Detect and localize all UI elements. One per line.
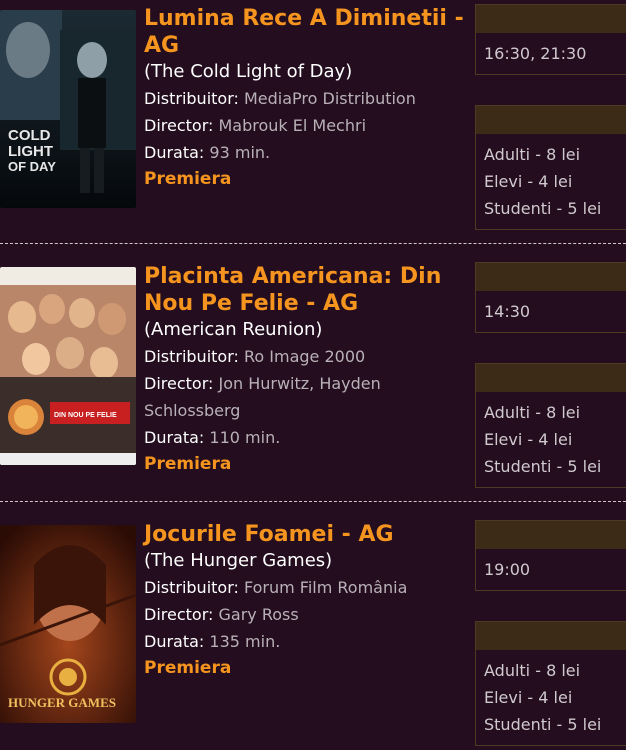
poster-image: COLD LIGHT OF DAY: [0, 10, 136, 208]
movie-poster[interactable]: HUNGER GAMES: [0, 525, 136, 723]
price-item: Studenti - 5 lei: [484, 715, 602, 734]
director-label: Director:: [144, 116, 214, 135]
movie-info: Jocurile Foamei - AG (The Hunger Games) …: [144, 521, 464, 681]
showtimes-box: 14:30: [475, 262, 626, 333]
divider: [0, 243, 626, 244]
director-value: Gary Ross: [218, 605, 299, 624]
movie-title[interactable]: Jocurile Foamei - AG: [144, 521, 464, 548]
durata-label: Durata:: [144, 632, 205, 651]
prices-header: [476, 622, 626, 650]
distribuitor-value: Ro Image 2000: [243, 347, 366, 366]
prices-box: Adulti - 8 lei Elevi - 4 lei Studenti - …: [475, 621, 626, 746]
distribuitor-row: Distribuitor: Forum Film România: [144, 574, 464, 601]
premiera-badge: Premiera: [144, 169, 232, 189]
prices-list: Adulti - 8 lei Elevi - 4 lei Studenti - …: [476, 650, 626, 745]
premiera-badge: Premiera: [144, 454, 232, 474]
distribuitor-label: Distribuitor:: [144, 347, 239, 366]
movie-poster[interactable]: DIN NOU PE FELIE: [0, 267, 136, 465]
movie-info: Lumina Rece A Diminetii - AG (The Cold L…: [144, 5, 464, 192]
showtimes-header: [476, 263, 626, 291]
durata-label: Durata:: [144, 143, 205, 162]
prices-header: [476, 364, 626, 392]
premiera-badge: Premiera: [144, 658, 232, 678]
price-item: Adulti - 8 lei: [484, 661, 581, 680]
durata-row: Durata: 93 min.: [144, 139, 464, 166]
prices-header: [476, 106, 626, 134]
price-item: Elevi - 4 lei: [484, 172, 573, 191]
director-value: Mabrouk El Mechri: [218, 116, 367, 135]
director-row: Director: Mabrouk El Mechri: [144, 112, 464, 139]
movie-poster[interactable]: COLD LIGHT OF DAY: [0, 10, 136, 208]
prices-list: Adulti - 8 lei Elevi - 4 lei Studenti - …: [476, 134, 626, 229]
distribuitor-row: Distribuitor: MediaPro Distribution: [144, 85, 464, 112]
svg-text:LIGHT: LIGHT: [8, 143, 53, 160]
director-row: Director: Gary Ross: [144, 601, 464, 628]
director-label: Director:: [144, 605, 214, 624]
svg-text:OF DAY: OF DAY: [8, 159, 56, 174]
price-item: Elevi - 4 lei: [484, 688, 573, 707]
price-item: Studenti - 5 lei: [484, 457, 602, 476]
director-row: Director: Jon Hurwitz, Hayden Schlossber…: [144, 370, 464, 424]
showtimes-header: [476, 5, 626, 33]
price-item: Elevi - 4 lei: [484, 430, 573, 449]
distribuitor-row: Distribuitor: Ro Image 2000: [144, 343, 464, 370]
distribuitor-value: Forum Film România: [243, 578, 408, 597]
durata-value: 135 min.: [209, 632, 281, 651]
svg-text:COLD: COLD: [8, 127, 51, 144]
poster-image: HUNGER GAMES: [0, 525, 136, 723]
prices-box: Adulti - 8 lei Elevi - 4 lei Studenti - …: [475, 363, 626, 488]
showtimes-value[interactable]: 19:00: [476, 549, 626, 590]
movie-title[interactable]: Lumina Rece A Diminetii - AG: [144, 5, 464, 59]
durata-value: 110 min.: [209, 428, 281, 447]
distribuitor-value: MediaPro Distribution: [243, 89, 416, 108]
poster-image: DIN NOU PE FELIE: [0, 267, 136, 465]
divider: [0, 501, 626, 502]
price-item: Adulti - 8 lei: [484, 145, 581, 164]
original-title: (American Reunion): [144, 319, 323, 340]
price-item: Studenti - 5 lei: [484, 199, 602, 218]
showtimes-box: 16:30, 21:30: [475, 4, 626, 75]
svg-text:HUNGER GAMES: HUNGER GAMES: [8, 695, 116, 710]
distribuitor-label: Distribuitor:: [144, 89, 239, 108]
original-title: (The Cold Light of Day): [144, 61, 353, 82]
movie-info: Placinta Americana: Din Nou Pe Felie - A…: [144, 263, 464, 477]
distribuitor-label: Distribuitor:: [144, 578, 239, 597]
price-item: Adulti - 8 lei: [484, 403, 581, 422]
prices-box: Adulti - 8 lei Elevi - 4 lei Studenti - …: [475, 105, 626, 230]
durata-row: Durata: 110 min.: [144, 424, 464, 451]
movie-title[interactable]: Placinta Americana: Din Nou Pe Felie - A…: [144, 263, 464, 317]
svg-text:DIN NOU PE FELIE: DIN NOU PE FELIE: [54, 412, 117, 419]
showtimes-value[interactable]: 14:30: [476, 291, 626, 332]
original-title: (The Hunger Games): [144, 550, 333, 571]
director-label: Director:: [144, 374, 214, 393]
showtimes-header: [476, 521, 626, 549]
durata-row: Durata: 135 min.: [144, 628, 464, 655]
showtimes-value[interactable]: 16:30, 21:30: [476, 33, 626, 74]
showtimes-box: 19:00: [475, 520, 626, 591]
durata-label: Durata:: [144, 428, 205, 447]
durata-value: 93 min.: [209, 143, 271, 162]
prices-list: Adulti - 8 lei Elevi - 4 lei Studenti - …: [476, 392, 626, 487]
